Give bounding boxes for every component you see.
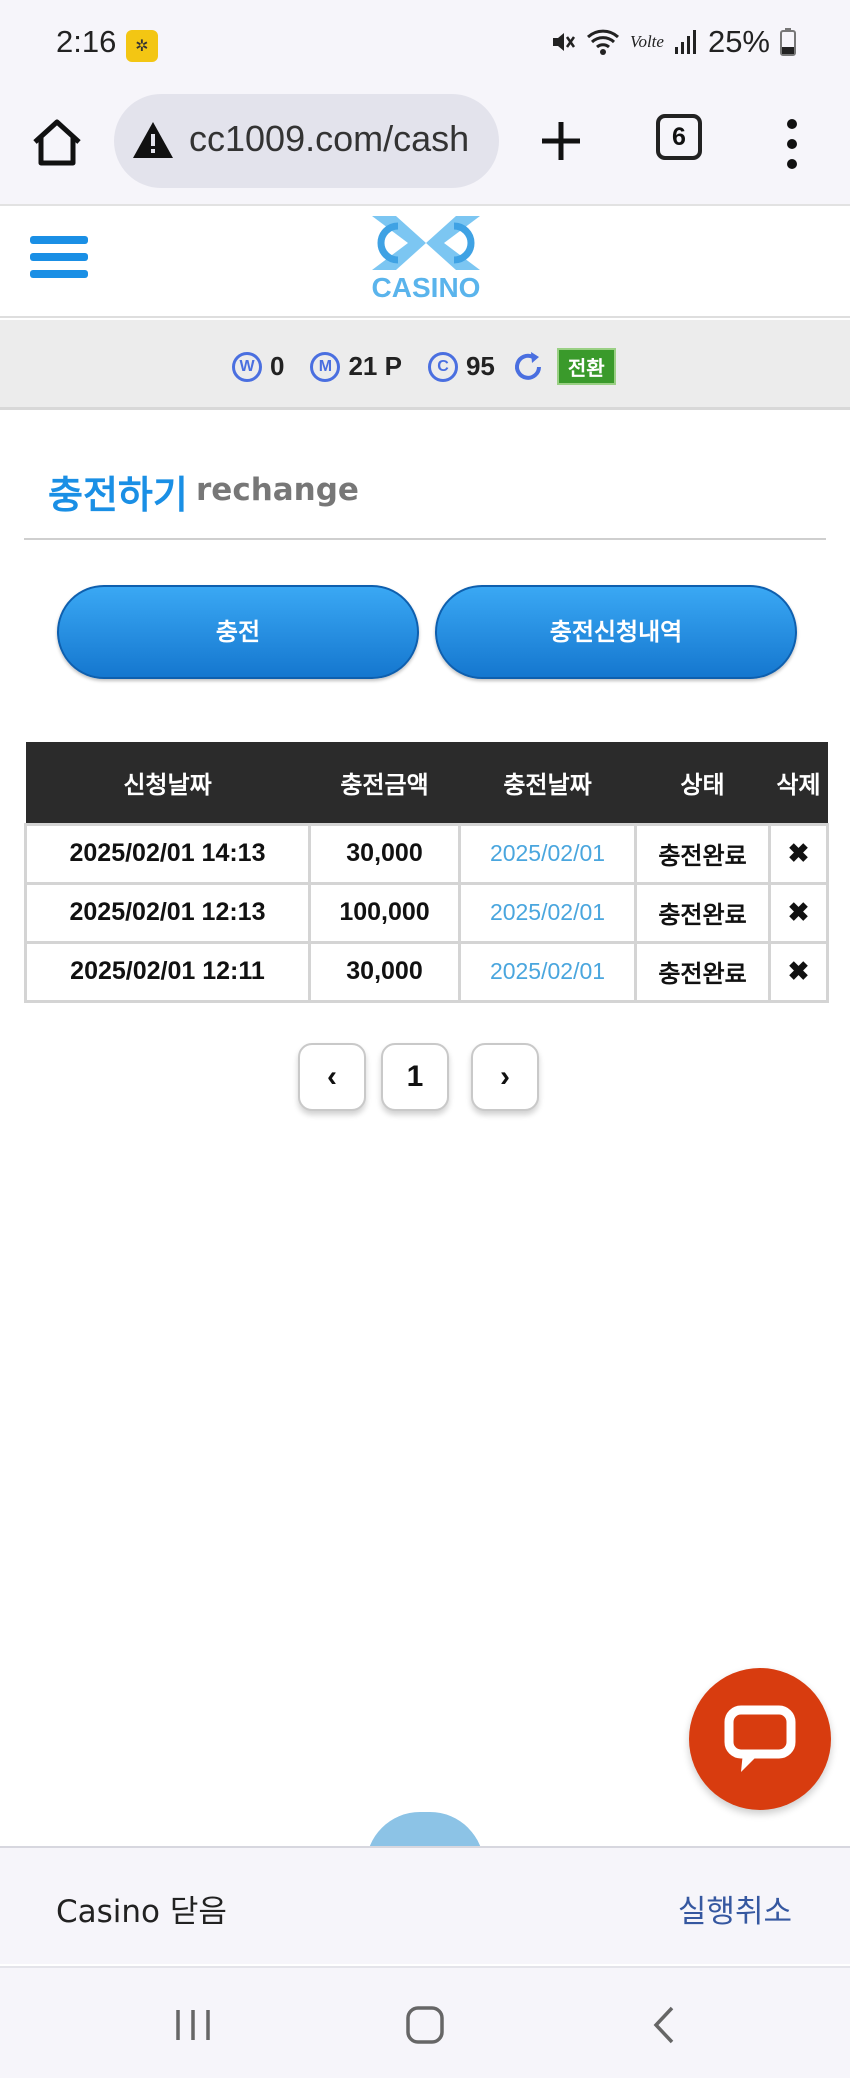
request-date-cell: 2025/02/01 14:13 <box>24 822 311 885</box>
page-number-button[interactable]: 1 <box>381 1043 449 1111</box>
browser-toolbar: cc1009.com/cash 6 <box>0 90 850 206</box>
status-icons: Volte 25% <box>550 24 796 60</box>
site-logo[interactable]: CASINO <box>358 212 494 308</box>
column-header-status: 상태 <box>635 742 770 824</box>
tab-switcher-button[interactable]: 6 <box>656 114 702 160</box>
chat-icon <box>724 1705 796 1772</box>
status-bar: 2:16 ✲ Volte 25% <box>0 0 850 90</box>
column-header-charge-date: 충전날짜 <box>459 742 636 824</box>
request-date-cell: 2025/02/01 12:13 <box>24 881 311 944</box>
table-row: 2025/02/01 12:13 100,000 2025/02/01 충전완료… <box>24 881 829 944</box>
undo-button[interactable]: 실행취소 <box>678 1886 792 1931</box>
address-bar[interactable]: cc1009.com/cash <box>114 94 499 188</box>
warning-icon[interactable] <box>130 118 176 164</box>
notification-app-icon: ✲ <box>126 30 158 62</box>
page-subtitle: rechange <box>196 472 359 508</box>
refresh-icon[interactable] <box>511 350 545 384</box>
status-cell: 충전완료 <box>634 881 771 944</box>
c-coin-icon: C <box>427 351 458 382</box>
wifi-icon <box>586 29 619 55</box>
delete-icon[interactable]: ✖ <box>768 881 829 944</box>
battery-icon <box>780 28 796 56</box>
home-nav-icon[interactable] <box>400 2000 450 2050</box>
c-balance: 95 <box>465 351 495 381</box>
amount-cell: 30,000 <box>308 822 461 885</box>
snackbar: Casino 닫음 실행취소 <box>0 1846 850 1964</box>
m-points: 21 P <box>348 351 402 381</box>
logo-mark <box>372 216 480 270</box>
table-header-row: 신청날짜 충전금액 충전날짜 상태 삭제 <box>25 742 828 824</box>
home-icon[interactable] <box>30 116 84 170</box>
amount-cell: 100,000 <box>308 881 461 944</box>
page-title-row: 충전하기 rechange <box>24 460 826 540</box>
column-header-amount: 충전금액 <box>309 742 460 824</box>
site-header: CASINO <box>0 208 850 318</box>
charge-date-cell: 2025/02/01 <box>458 940 637 1003</box>
delete-icon[interactable]: ✖ <box>768 822 829 885</box>
column-header-request-date: 신청날짜 <box>25 742 310 824</box>
logo-text: CASINO <box>371 272 481 303</box>
prev-page-button[interactable]: ‹ <box>298 1043 366 1111</box>
w-balance: 0 <box>270 351 285 381</box>
recent-apps-icon[interactable] <box>168 2000 218 2050</box>
recharge-history-table: 신청날짜 충전금액 충전날짜 상태 삭제 2025/02/01 14:13 30… <box>24 742 829 1003</box>
amount-cell: 30,000 <box>308 940 461 1003</box>
status-cell: 충전완료 <box>634 940 771 1003</box>
battery-percent: 25% <box>707 24 770 59</box>
m-coin-icon: M <box>310 351 341 382</box>
recharge-button[interactable]: 충전 <box>57 585 419 679</box>
next-page-button[interactable]: › <box>471 1043 539 1111</box>
request-date-cell: 2025/02/01 12:11 <box>24 940 311 1003</box>
charge-date-cell: 2025/02/01 <box>458 822 637 885</box>
snackbar-message: Casino 닫음 <box>56 1894 227 1930</box>
hamburger-menu-icon[interactable] <box>30 236 88 286</box>
system-nav-bar <box>0 1966 850 2078</box>
recharge-history-button[interactable]: 충전신청내역 <box>435 585 797 679</box>
live-chat-button[interactable] <box>689 1668 831 1810</box>
status-time: 2:16 <box>56 24 117 59</box>
back-icon[interactable] <box>640 2000 690 2050</box>
delete-icon[interactable]: ✖ <box>768 940 829 1003</box>
network-label: Volte <box>629 32 664 51</box>
table-row: 2025/02/01 12:11 30,000 2025/02/01 충전완료 … <box>24 940 829 1003</box>
url-text[interactable]: cc1009.com/cash <box>189 118 469 160</box>
table-row: 2025/02/01 14:13 30,000 2025/02/01 충전완료 … <box>24 822 829 885</box>
column-header-delete: 삭제 <box>769 742 828 824</box>
balance-bar: W 0 M 21 P C 95 전환 <box>0 320 850 410</box>
new-tab-icon[interactable] <box>536 116 586 166</box>
charge-date-cell: 2025/02/01 <box>458 881 637 944</box>
signal-icon <box>674 30 696 54</box>
status-cell: 충전완료 <box>634 822 771 885</box>
convert-button[interactable]: 전환 <box>556 348 616 385</box>
mute-icon <box>552 33 575 51</box>
w-coin-icon: W <box>232 351 262 382</box>
page-title: 충전하기 <box>48 473 188 517</box>
more-menu-icon[interactable] <box>780 116 804 172</box>
